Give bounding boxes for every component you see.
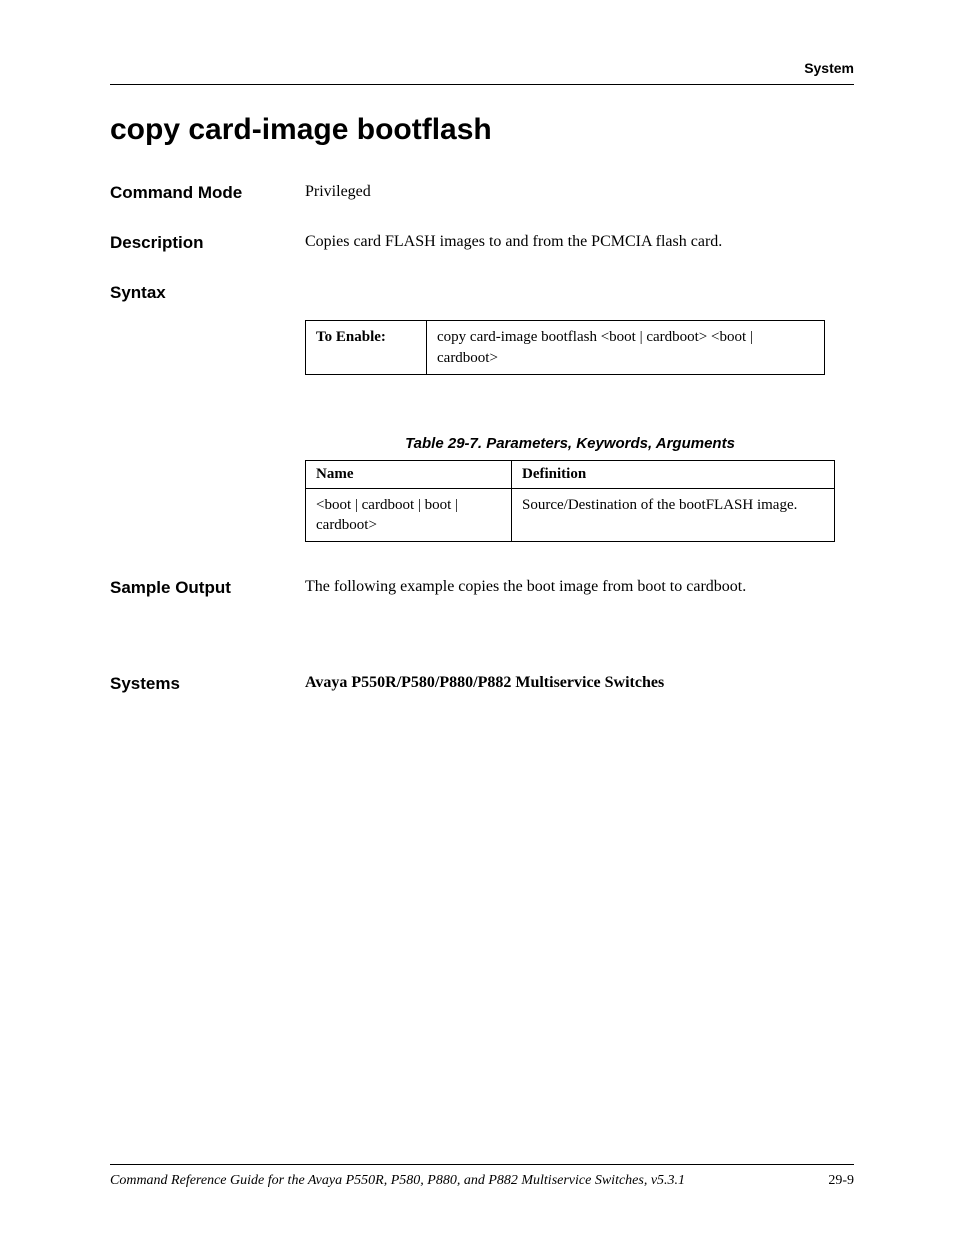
command-mode-label: Command Mode (110, 181, 305, 205)
footer-page-number: 29-9 (828, 1173, 854, 1189)
param-name-cell: <boot | cardboot | boot | cardboot> (306, 488, 512, 542)
footer-doc-title: Command Reference Guide for the Avaya P5… (110, 1173, 685, 1189)
param-header-definition: Definition (512, 460, 835, 488)
sample-output-value: The following example copies the boot im… (305, 576, 854, 598)
systems-label: Systems (110, 672, 305, 696)
syntax-to-enable-label: To Enable: (306, 321, 427, 375)
footer-rule (110, 1164, 854, 1165)
systems-value: Avaya P550R/P580/P880/P882 Multiservice … (305, 672, 854, 694)
sample-output-label: Sample Output (110, 576, 305, 600)
param-header-name: Name (306, 460, 512, 488)
header-section: System (110, 60, 854, 76)
header-rule (110, 84, 854, 85)
syntax-to-enable-value: copy card-image bootflash <boot | cardbo… (427, 321, 825, 375)
description-label: Description (110, 231, 305, 255)
param-table: Name Definition <boot | cardboot | boot … (305, 460, 835, 543)
param-table-caption: Table 29-7. Parameters, Keywords, Argume… (305, 435, 835, 452)
page-footer: Command Reference Guide for the Avaya P5… (110, 1164, 854, 1189)
syntax-table: To Enable: copy card-image bootflash <bo… (305, 320, 825, 375)
param-definition-cell: Source/Destination of the bootFLASH imag… (512, 488, 835, 542)
description-value: Copies card FLASH images to and from the… (305, 231, 854, 253)
page-title: copy card-image bootflash (110, 113, 854, 147)
syntax-label: Syntax (110, 281, 305, 305)
table-row: <boot | cardboot | boot | cardboot> Sour… (306, 488, 835, 542)
command-mode-value: Privileged (305, 181, 854, 203)
